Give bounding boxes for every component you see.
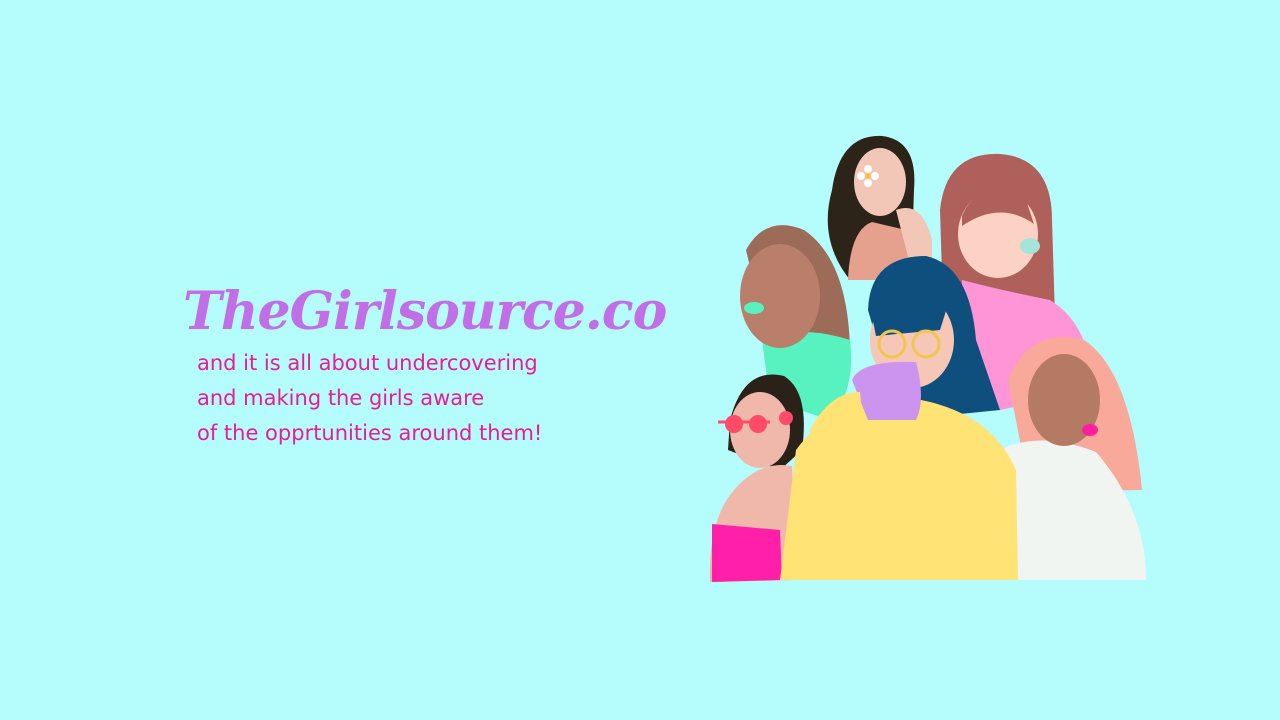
brand-title: TheGirlsource.co [183,281,667,342]
tagline: and it is all about undercovering and ma… [197,346,542,451]
tagline-line-1: and it is all about undercovering [197,351,538,375]
tagline-line-3: of the opprtunities around them! [197,421,543,445]
group-of-women-icon [709,135,1146,582]
tagline-line-2: and making the girls aware [197,386,485,410]
